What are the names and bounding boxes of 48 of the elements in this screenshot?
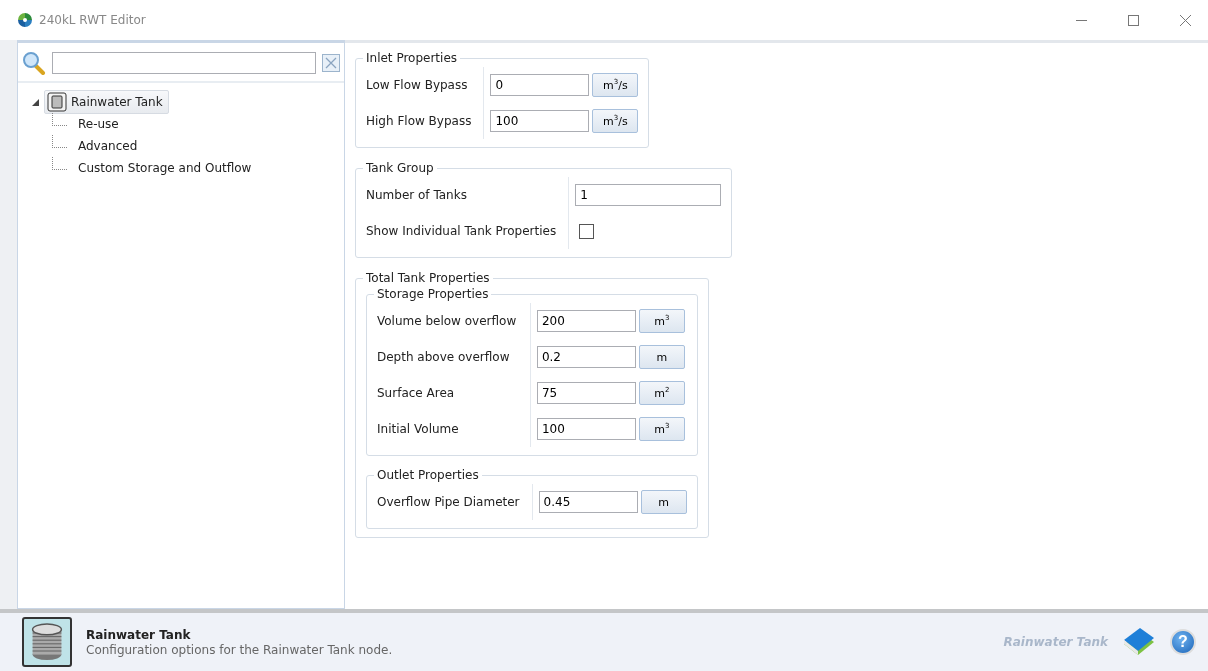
tank-icon xyxy=(47,92,67,112)
node-description: Configuration options for the Rainwater Tank node. xyxy=(86,642,393,657)
group-title: Total Tank Properties xyxy=(365,271,491,285)
field-label: Low Flow Bypass xyxy=(366,67,485,103)
checkbox[interactable] xyxy=(579,223,595,239)
book-icon[interactable] xyxy=(1122,628,1156,656)
group-title: Inlet Properties xyxy=(365,51,459,65)
unit-button[interactable]: m xyxy=(638,345,685,369)
tree-item[interactable]: Rainwater Tank xyxy=(44,90,169,114)
field-label: Surface Area xyxy=(377,375,531,411)
field-label: High Flow Bypass xyxy=(366,103,485,139)
group-title: Storage Properties xyxy=(376,287,490,301)
search-icon xyxy=(22,51,46,75)
input-field[interactable]: 1 xyxy=(575,184,722,206)
field-label: Show Individual Tank Properties xyxy=(366,213,570,249)
unit-button[interactable]: m$^{3}$ xyxy=(638,309,685,333)
unit-button[interactable]: m$^{2}$ xyxy=(638,381,685,405)
input-field[interactable]: 0.45 xyxy=(538,491,638,513)
close-icon[interactable] xyxy=(1179,14,1191,26)
group-title: Outlet Properties xyxy=(376,468,480,482)
node-title: Rainwater Tank xyxy=(86,627,192,642)
input-field[interactable]: 0.2 xyxy=(536,346,636,368)
app-logo-icon xyxy=(17,12,33,28)
field-label: Volume below overflow xyxy=(377,303,531,339)
tree-item[interactable]: Re-use xyxy=(75,115,122,133)
tank-icon xyxy=(29,622,65,662)
group-title: Tank Group xyxy=(365,161,435,175)
collapse-icon[interactable] xyxy=(32,98,39,106)
field-label: Overflow Pipe Diameter xyxy=(377,484,533,520)
input-field[interactable]: 0 xyxy=(490,74,590,96)
window-title: 240kL RWT Editor xyxy=(39,13,146,27)
unit-button[interactable]: m$^{3}$ xyxy=(638,417,685,441)
input-field[interactable]: 100 xyxy=(536,418,636,440)
tree-item[interactable]: Custom Storage and Outflow xyxy=(75,159,255,177)
unit-button[interactable]: m$^{3}$/s xyxy=(592,109,639,133)
field-label: Number of Tanks xyxy=(366,177,570,213)
input-field[interactable]: 100 xyxy=(490,110,590,132)
input-field[interactable]: 75 xyxy=(536,382,636,404)
field-label: Initial Volume xyxy=(377,411,531,447)
field-label: Depth above overflow xyxy=(377,339,531,375)
input-field[interactable]: 200 xyxy=(536,310,636,332)
unit-button[interactable]: m$^{3}$/s xyxy=(592,73,639,97)
maximize-icon[interactable] xyxy=(1127,14,1139,26)
minimize-icon[interactable] xyxy=(1075,19,1087,21)
tree-item[interactable]: Advanced xyxy=(75,137,141,155)
search-field[interactable] xyxy=(52,52,316,74)
node-name: Rainwater Tank xyxy=(1003,635,1108,649)
unit-button[interactable]: m xyxy=(640,490,687,514)
